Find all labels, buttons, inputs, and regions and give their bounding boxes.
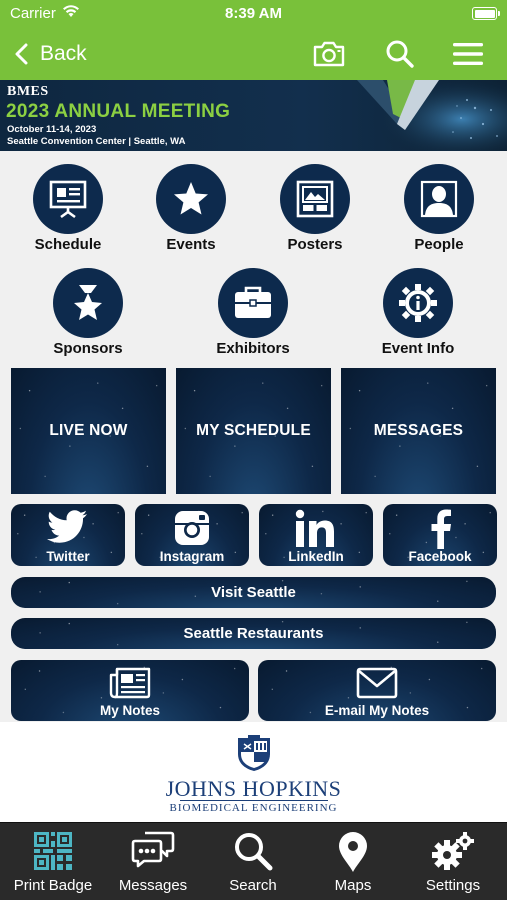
events-label: Events — [166, 236, 216, 253]
sponsor-banner[interactable]: JOHNS HOPKINS BIOMEDICAL ENGINEERING — [0, 722, 507, 822]
jhu-shield-logo — [238, 735, 270, 771]
events-tile[interactable]: Events — [136, 164, 246, 253]
facebook-label: Facebook — [408, 549, 472, 564]
facebook-tile[interactable]: Facebook — [383, 504, 497, 566]
event-info-tile[interactable]: Event Info — [363, 268, 473, 357]
gears-icon — [432, 832, 474, 870]
instagram-icon — [175, 511, 209, 545]
sponsor-dept: BIOMEDICAL ENGINEERING — [169, 802, 338, 814]
people-tile[interactable]: People — [384, 164, 494, 253]
twitter-tile[interactable]: Twitter — [11, 504, 125, 566]
posters-label: Posters — [287, 236, 343, 253]
nav-bar: Back — [0, 28, 507, 80]
tab-settings[interactable]: Settings — [403, 823, 503, 900]
my-notes-label: My Notes — [99, 703, 160, 718]
seattle-restaurants-label: Seattle Restaurants — [183, 625, 324, 642]
linkedin-tile[interactable]: LinkedIn — [259, 504, 373, 566]
event-info-label: Event Info — [381, 340, 455, 357]
envelope-icon — [356, 667, 398, 699]
camera-button[interactable] — [311, 36, 347, 72]
banner-title: 2023 ANNUAL MEETING — [6, 101, 231, 122]
my-schedule-tile[interactable]: MY SCHEDULE — [176, 368, 331, 494]
my-notes-tile[interactable]: My Notes — [11, 660, 249, 721]
tab-search[interactable]: Search — [203, 823, 303, 900]
sponsors-label: Sponsors — [53, 340, 123, 357]
chat-bubbles-icon — [131, 831, 175, 868]
exhibitors-label: Exhibitors — [216, 340, 290, 357]
clock: 8:39 AM — [225, 5, 282, 22]
linkedin-icon — [295, 509, 334, 547]
info-gear-icon — [383, 268, 453, 338]
tab-print-badge[interactable]: Print Badge — [3, 823, 103, 900]
sponsors-tile[interactable]: Sponsors — [33, 268, 143, 357]
star-icon — [156, 164, 226, 234]
sponsor-name: JOHNS HOPKINS — [165, 776, 342, 801]
tab-maps-label: Maps — [334, 877, 372, 894]
chevron-left-icon — [15, 43, 28, 65]
exhibitors-tile[interactable]: Exhibitors — [198, 268, 308, 357]
email-notes-tile[interactable]: E-mail My Notes — [258, 660, 496, 721]
schedule-label: Schedule — [34, 236, 102, 253]
back-button[interactable]: Back — [14, 38, 87, 70]
my-schedule-label: MY SCHEDULE — [196, 422, 311, 439]
search-button[interactable] — [382, 36, 418, 72]
schedule-icon — [33, 164, 103, 234]
people-label: People — [414, 236, 464, 253]
briefcase-icon — [218, 268, 288, 338]
linkedin-label: LinkedIn — [288, 549, 344, 564]
tab-messages-label: Messages — [118, 877, 188, 894]
banner-artwork — [357, 80, 507, 151]
menu-button[interactable] — [450, 36, 486, 72]
poster-icon — [280, 164, 350, 234]
live-now-tile[interactable]: LIVE NOW — [11, 368, 166, 494]
tab-bar: Print Badge Messages Search Maps Setting… — [0, 822, 507, 900]
seattle-restaurants-button[interactable]: Seattle Restaurants — [11, 618, 496, 649]
banner-venue: Seattle Convention Center | Seattle, WA — [7, 136, 186, 147]
email-notes-label: E-mail My Notes — [324, 703, 430, 718]
banner-org: BMES — [7, 84, 49, 99]
status-bar: Carrier 8:39 AM — [0, 0, 507, 28]
map-pin-icon — [339, 832, 367, 872]
back-label: Back — [40, 42, 87, 65]
person-icon — [404, 164, 474, 234]
tab-messages[interactable]: Messages — [103, 823, 203, 900]
banner-dates: October 11-14, 2023 — [7, 124, 97, 135]
sponsor-divider — [180, 800, 328, 801]
messages-tile[interactable]: MESSAGES — [341, 368, 496, 494]
messages-label: MESSAGES — [373, 422, 464, 439]
search-icon — [386, 40, 414, 68]
camera-icon — [313, 41, 345, 67]
schedule-tile[interactable]: Schedule — [13, 164, 123, 253]
twitter-label: Twitter — [46, 549, 90, 564]
facebook-icon — [431, 509, 451, 549]
tab-print-badge-label: Print Badge — [13, 877, 93, 894]
search-icon — [235, 833, 273, 871]
visit-seattle-button[interactable]: Visit Seattle — [11, 577, 496, 608]
instagram-label: Instagram — [159, 549, 225, 564]
instagram-tile[interactable]: Instagram — [135, 504, 249, 566]
award-icon — [53, 268, 123, 338]
newspaper-icon — [109, 667, 151, 699]
visit-seattle-label: Visit Seattle — [211, 584, 296, 601]
tab-search-label: Search — [229, 877, 277, 894]
posters-tile[interactable]: Posters — [260, 164, 370, 253]
qr-code-icon — [34, 832, 72, 870]
hamburger-menu-icon — [453, 43, 483, 65]
tab-settings-label: Settings — [425, 877, 481, 894]
twitter-icon — [47, 510, 87, 543]
battery-icon — [472, 7, 500, 20]
event-banner: BMES 2023 ANNUAL MEETING October 11-14, … — [0, 80, 507, 151]
tab-maps[interactable]: Maps — [303, 823, 403, 900]
live-now-label: LIVE NOW — [49, 422, 128, 439]
